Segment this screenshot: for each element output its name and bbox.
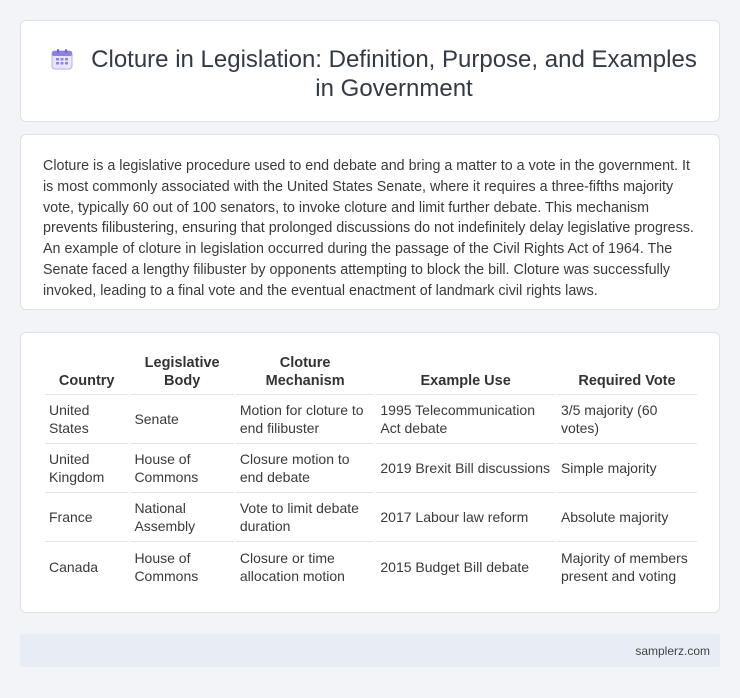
cell-example-use: 2015 Budget Bill debate	[380, 558, 530, 575]
cell-country: United Kingdom	[45, 444, 129, 493]
cloture-table: Country Legislative Body Cloture Mechani…	[43, 352, 699, 591]
header-required-vote: Required Vote	[556, 352, 697, 395]
intro-card: Cloture is a legislative procedure used …	[20, 134, 720, 310]
header-country: Country	[45, 352, 129, 395]
intro-paragraph: Cloture is a legislative procedure used …	[43, 158, 694, 299]
table-row: France National Assembly Vote to limit d…	[45, 493, 697, 542]
header-legislative-body: Legislative Body	[130, 352, 234, 395]
cell-example-use: 1995 Telecommunication Act debate	[376, 395, 555, 444]
table-header-row: Country Legislative Body Cloture Mechani…	[45, 352, 697, 395]
title-card: Cloture in Legislation: Definition, Purp…	[20, 20, 720, 122]
cell-legislative-body: House of Commons	[134, 549, 199, 584]
header-cloture-mechanism: Cloture Mechanism	[235, 352, 375, 395]
cell-required-vote: 3/5 majority (60 votes)	[556, 395, 697, 444]
cell-country: Canada	[49, 558, 99, 575]
table-row: Canada House of Commons Closure or time …	[45, 542, 697, 591]
cell-cloture-mechanism: Closure or time allocation motion	[239, 549, 345, 584]
page-title: Cloture in Legislation: Definition, Purp…	[91, 46, 697, 102]
cell-legislative-body: House of Commons	[130, 444, 234, 493]
cell-legislative-body: National Assembly	[130, 493, 234, 542]
cell-cloture-mechanism: Closure motion to end debate	[235, 444, 375, 493]
cell-cloture-mechanism: Motion for cloture to end filibuster	[235, 395, 375, 444]
cell-required-vote: Majority of members present and voting	[560, 549, 688, 584]
cell-required-vote: Simple majority	[556, 444, 697, 493]
table-row: United States Senate Motion for cloture …	[45, 395, 697, 444]
cell-example-use: 2017 Labour law reform	[376, 493, 555, 542]
cell-country: United States	[45, 395, 129, 444]
cell-example-use: 2019 Brexit Bill discussions	[376, 444, 555, 493]
table-card: Country Legislative Body Cloture Mechani…	[20, 332, 720, 613]
header-example-use: Example Use	[376, 352, 555, 395]
table-row: United Kingdom House of Commons Closure …	[45, 444, 697, 493]
cell-required-vote: Absolute majority	[556, 493, 697, 542]
footer-bar: samplerz.com	[20, 634, 720, 667]
cell-country: France	[45, 493, 129, 542]
footer-site-link[interactable]: samplerz.com	[635, 644, 710, 658]
cell-legislative-body: Senate	[130, 395, 234, 444]
cell-cloture-mechanism: Vote to limit debate duration	[235, 493, 375, 542]
